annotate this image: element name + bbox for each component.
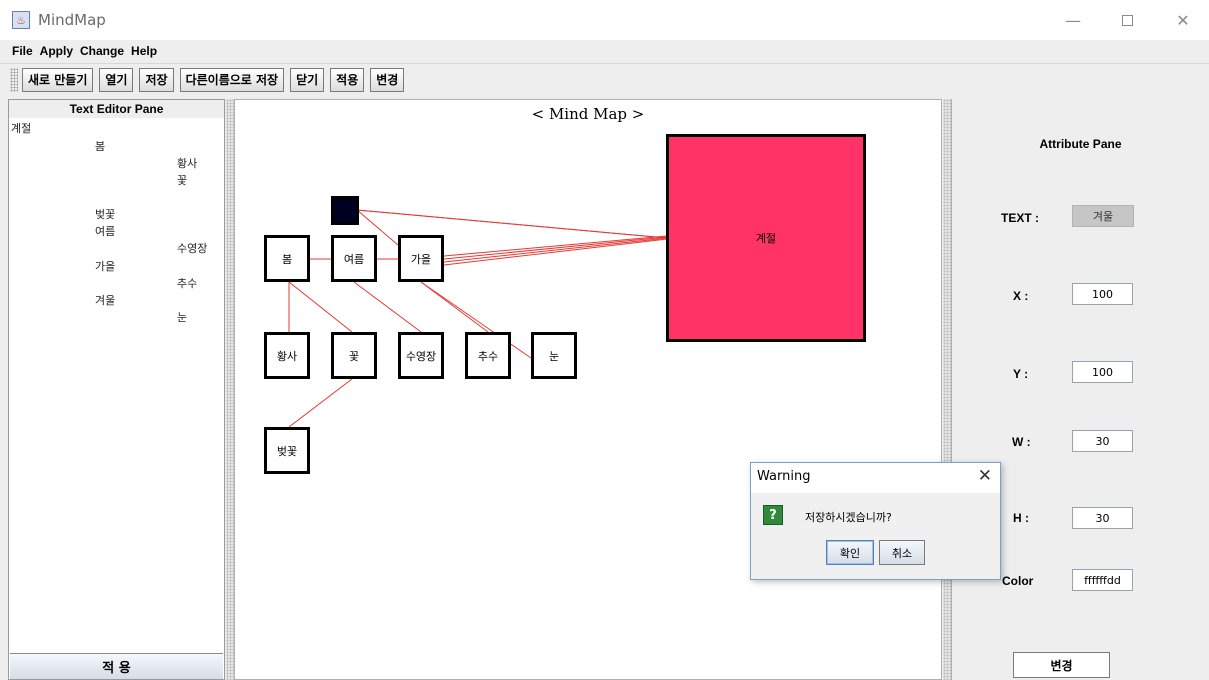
y-field[interactable]: 100 <box>1072 361 1133 383</box>
mindmap-window: ♨ MindMap — ✕ File Apply Change Help 새로 … <box>0 0 1209 680</box>
warning-dialog: Warning ✕ ? 저장하시겠습니까? 확인 취소 <box>750 462 1001 580</box>
menu-apply[interactable]: Apply <box>40 44 73 58</box>
text-label: TEXT : <box>1001 211 1039 225</box>
editor-line: 꽃 <box>177 174 188 187</box>
node-summer[interactable]: 여름 <box>331 235 377 282</box>
editor-line: 벚꽃 <box>95 208 116 221</box>
map-edge <box>443 238 668 266</box>
map-edge <box>443 235 668 257</box>
editor-line: 봄 <box>95 140 106 153</box>
node-root[interactable]: 계절 <box>666 134 866 342</box>
save-as-button[interactable]: 다른이름으로 저장 <box>179 67 285 92</box>
w-label: W : <box>1012 435 1031 449</box>
editor-line: 추수 <box>177 277 198 290</box>
editor-line: 여름 <box>95 225 116 238</box>
menu-change[interactable]: Change <box>80 44 124 58</box>
editor-line: 눈 <box>177 311 188 324</box>
confirm-button[interactable]: 확인 <box>826 540 874 565</box>
node-autumn[interactable]: 가을 <box>398 235 444 282</box>
change-button[interactable]: 변경 <box>1013 652 1110 678</box>
dialog-title-bar: Warning ✕ <box>751 463 1000 493</box>
text-editor-header: Text Editor Pane <box>9 100 224 118</box>
java-app-icon: ♨ <box>12 11 30 29</box>
text-editor-pane: Text Editor Pane 계절 봄 황사 꽃 벚꽃 여름 수영장 가을 … <box>8 99 225 680</box>
node-harvest[interactable]: 추수 <box>465 332 511 379</box>
map-edge <box>443 236 668 260</box>
x-field[interactable]: 100 <box>1072 283 1133 305</box>
map-edge <box>353 281 422 333</box>
dialog-message: 저장하시겠습니까? <box>805 511 892 524</box>
w-field[interactable]: 30 <box>1072 430 1133 452</box>
maximize-button[interactable] <box>1104 0 1150 40</box>
menu-help[interactable]: Help <box>131 44 157 58</box>
node-spring[interactable]: 봄 <box>264 235 310 282</box>
dialog-title: Warning <box>757 469 811 484</box>
h-field[interactable]: 30 <box>1072 507 1133 529</box>
maximize-icon <box>1121 14 1133 26</box>
cancel-button[interactable]: 취소 <box>879 540 925 565</box>
apply-toolbar-button[interactable]: 적용 <box>330 67 365 92</box>
minimize-button[interactable]: — <box>1050 0 1096 40</box>
new-button[interactable]: 새로 만들기 <box>22 67 94 92</box>
attribute-pane-title: Attribute Pane <box>1039 137 1122 151</box>
question-icon: ? <box>763 505 783 525</box>
text-field[interactable]: 겨울 <box>1072 205 1134 227</box>
editor-line: 수영장 <box>177 242 208 255</box>
save-button[interactable]: 저장 <box>139 67 174 92</box>
close-file-button[interactable]: 닫기 <box>290 67 325 92</box>
color-field[interactable]: ffffffdd <box>1072 569 1133 591</box>
menu-file[interactable]: File <box>12 44 33 58</box>
close-button[interactable]: ✕ <box>1160 0 1206 40</box>
map-edge <box>443 237 668 263</box>
window-title: MindMap <box>38 11 106 29</box>
node-swimming-pool[interactable]: 수영장 <box>398 332 444 379</box>
editor-line: 계절 <box>11 122 32 135</box>
apply-button[interactable]: 적 용 <box>10 653 223 679</box>
left-splitter-handle[interactable] <box>226 99 234 680</box>
right-splitter-handle[interactable] <box>943 99 951 680</box>
node-flower[interactable]: 꽃 <box>331 332 377 379</box>
y-label: Y : <box>1013 367 1029 381</box>
mind-map-pane: < Mind Map > 계절 봄 여름 가을 황사 꽃 수영장 추수 눈 벚꽃 <box>234 99 942 680</box>
node-selected[interactable] <box>331 196 359 225</box>
color-label: Color <box>1002 574 1034 588</box>
editor-line: 황사 <box>177 157 198 170</box>
editor-line: 가을 <box>95 260 116 273</box>
change-toolbar-button[interactable]: 변경 <box>370 67 405 92</box>
menu-bar: File Apply Change Help <box>0 40 1209 62</box>
map-edge <box>288 378 353 428</box>
dialog-close-icon[interactable]: ✕ <box>978 466 992 486</box>
node-snow[interactable]: 눈 <box>531 332 577 379</box>
node-yellow-dust[interactable]: 황사 <box>264 332 310 379</box>
h-label: H : <box>1013 511 1029 525</box>
map-edge <box>356 209 668 239</box>
node-cherry-blossom[interactable]: 벚꽃 <box>264 427 310 474</box>
x-label: X : <box>1013 289 1029 303</box>
map-edge <box>288 281 353 333</box>
toolbar-grip-handle[interactable] <box>10 67 18 92</box>
title-bar: ♨ MindMap — ✕ <box>0 0 1209 40</box>
text-editor-area[interactable]: 계절 봄 황사 꽃 벚꽃 여름 수영장 가을 추수 겨울 눈 <box>9 118 224 653</box>
attribute-pane: Attribute Pane TEXT : 겨울 X : 100 Y : 100… <box>951 99 1209 680</box>
editor-line: 겨울 <box>95 294 116 307</box>
toolbar: 새로 만들기 열기 저장 다른이름으로 저장 닫기 적용 변경 <box>0 63 1209 95</box>
open-button[interactable]: 열기 <box>99 67 134 92</box>
